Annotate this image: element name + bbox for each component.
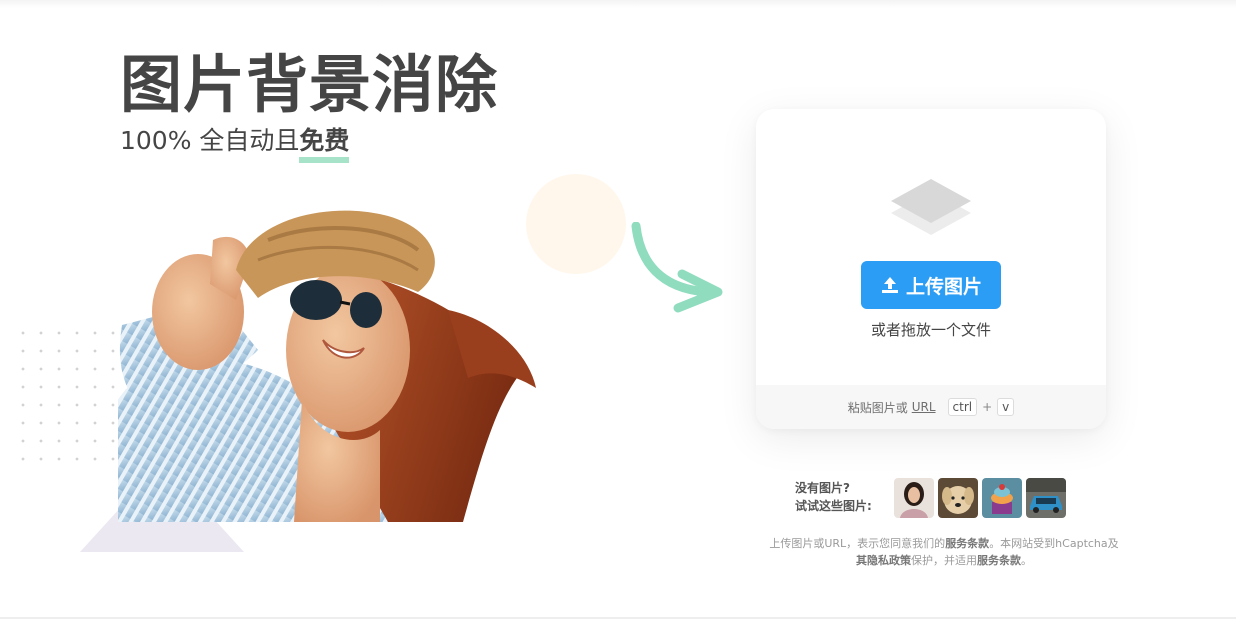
upload-icon: [881, 277, 898, 293]
v-key: v: [997, 398, 1015, 416]
sample-thumbnail-woman[interactable]: [894, 478, 934, 518]
sample-prompt-line1: 没有图片?: [795, 481, 850, 495]
drop-file-hint: 或者拖放一个文件: [870, 321, 991, 339]
sample-thumbnail-cake[interactable]: [982, 478, 1022, 518]
legal-text-3: 保护，并适用: [911, 554, 977, 567]
subtitle-emphasis: 免费: [299, 121, 350, 163]
curved-arrow-icon: [631, 222, 723, 313]
sample-images-prompt: 没有图片? 试试这些图片:: [795, 479, 872, 515]
legal-text-4: 。: [1021, 554, 1032, 567]
legal-text-2: 。本网站受到hCaptcha及: [989, 537, 1119, 550]
privacy-link[interactable]: 其隐私政策: [856, 554, 911, 567]
section-divider: [0, 617, 1236, 619]
legal-text-1: 上传图片或URL，表示您同意我们的: [769, 537, 946, 550]
legal-notice: 上传图片或URL，表示您同意我们的服务条款。本网站受到hCaptcha及 其隐私…: [744, 535, 1144, 569]
paste-hint-text: 粘贴图片或: [847, 400, 908, 415]
hero-image-woman: [118, 200, 538, 522]
terms-link-2[interactable]: 服务条款: [977, 554, 1021, 567]
sample-prompt-line2: 试试这些图片:: [795, 499, 872, 513]
sample-thumbnail-dog[interactable]: [938, 478, 978, 518]
circle-decoration: [526, 174, 626, 274]
upload-image-button[interactable]: 上传图片: [861, 261, 1001, 309]
dot-grid-decoration: [14, 324, 124, 474]
subtitle-text: 100% 全自动且: [120, 126, 300, 155]
page-title: 图片背景消除: [120, 48, 499, 121]
paste-bar: 粘贴图片或 URL ctrl + v: [756, 385, 1106, 429]
upload-card[interactable]: 上传图片 或者拖放一个文件 粘贴图片或 URL ctrl + v: [756, 109, 1106, 429]
header-shadow: [0, 0, 1236, 8]
shortcut-plus: +: [982, 400, 993, 414]
terms-link[interactable]: 服务条款: [945, 537, 989, 550]
page-subtitle: 100% 全自动且免费: [120, 121, 350, 163]
layers-icon: [891, 179, 971, 235]
upload-button-label: 上传图片: [905, 275, 982, 298]
ctrl-key: ctrl: [947, 398, 978, 416]
sample-thumbnail-car[interactable]: [1026, 478, 1066, 518]
paste-url-link[interactable]: URL: [912, 400, 936, 414]
